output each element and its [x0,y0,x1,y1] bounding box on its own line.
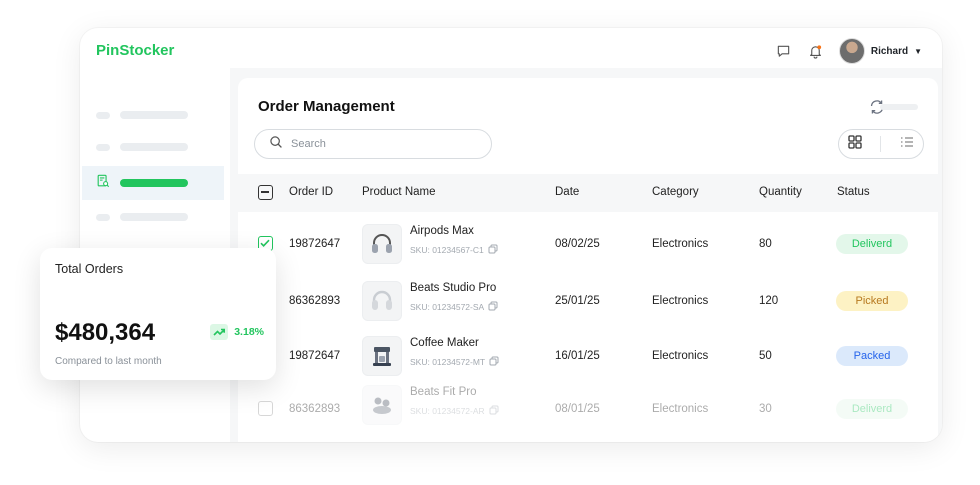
refresh-label-placeholder [880,104,918,110]
placeholder-icon [96,213,110,221]
chat-icon[interactable] [775,42,793,60]
sidebar-item-2[interactable] [82,130,224,164]
search-input[interactable] [291,138,471,150]
sidebar-item-label [120,111,188,119]
card-caption: Compared to last month [55,356,162,367]
product-sku: SKU: 01234567-C1 [410,244,498,256]
bell-icon[interactable] [807,42,825,60]
placeholder-icon [96,143,110,151]
order-quantity: 50 [759,350,772,362]
column-header[interactable]: Product Name [362,186,436,198]
view-toggle [838,129,924,159]
table-row[interactable]: 86362893 Beats Fit Pro SKU: 01234572-AR … [238,381,938,437]
product-name: Airpods Max [410,225,474,237]
column-header[interactable]: Quantity [759,186,802,198]
sku-text: SKU: 01234572-AR [410,406,485,416]
product-name: Beats Studio Pro [410,282,497,294]
column-header[interactable]: Status [837,186,870,198]
column-header[interactable]: Category [652,186,699,198]
order-id: 19872647 [289,238,341,250]
document-search-icon [96,174,110,193]
table-header: Order ID Product Name Date Category Quan… [238,174,938,212]
sku-text: SKU: 01234567-C1 [410,245,484,255]
status-badge: Packed [836,346,908,366]
column-header[interactable]: Date [555,186,579,198]
headphones-icon [362,281,402,321]
sidebar-item-label [120,213,188,221]
column-header[interactable]: Order ID [289,186,333,198]
order-category: Electronics [652,403,709,415]
order-date: 08/02/25 [555,238,600,250]
sidebar-item-1[interactable] [82,98,224,132]
main-content: Order Management Search Order ID Product… [230,68,942,442]
card-value: $480,364 [55,319,156,346]
order-id: 86362893 [289,295,341,307]
table-row[interactable]: 86362893 Beats Studio Pro SKU: 01234572-… [238,273,938,329]
orders-panel: Order Management Search Order ID Product… [238,78,938,442]
status-badge: Deliverd [836,234,908,254]
product-sku: SKU: 01234572-SA [410,301,498,313]
order-id: 86362893 [289,403,341,415]
sidebar-item-label [120,143,188,151]
order-date: 08/01/25 [555,403,600,415]
row-checkbox[interactable] [258,401,273,416]
search-box[interactable] [254,129,492,159]
avatar [838,38,865,64]
copy-icon[interactable] [489,405,499,417]
user-menu[interactable]: Richard ▼ [838,38,922,64]
product-sku: SKU: 01234572-MT [410,356,499,368]
coffee-maker-icon [362,336,402,376]
grid-view-icon[interactable] [848,134,862,154]
status-badge: Picked [836,291,908,311]
order-category: Electronics [652,295,709,307]
order-category: Electronics [652,350,709,362]
chevron-down-icon: ▼ [914,46,922,56]
product-sku: SKU: 01234572-AR [410,405,499,417]
sidebar-item-orders[interactable] [82,166,224,200]
select-all-checkbox[interactable] [258,185,273,200]
total-orders-card: Total Orders $480,364 3.18% Compared to … [40,248,276,380]
status-badge: Deliverd [836,399,908,419]
table-row[interactable]: 19872647 Coffee Maker SKU: 01234572-MT 1… [238,328,938,384]
trending-up-icon [210,324,229,340]
trend-indicator: 3.18% [210,324,264,340]
sidebar-item-label [120,179,188,187]
sku-text: SKU: 01234572-SA [410,302,485,312]
topbar: Richard ▼ [775,38,922,64]
product-name: Beats Fit Pro [410,386,477,398]
placeholder-icon [96,111,110,119]
brand-logo: PinStocker [96,42,175,59]
card-title: Total Orders [55,262,124,276]
sidebar-item-4[interactable] [82,200,224,234]
order-date: 25/01/25 [555,295,600,307]
order-category: Electronics [652,238,709,250]
sku-text: SKU: 01234572-MT [410,357,486,367]
search-icon [269,135,283,154]
copy-icon[interactable] [488,244,498,256]
page-title: Order Management [258,98,395,115]
copy-icon[interactable] [488,301,498,313]
earbuds-icon [362,385,402,425]
order-quantity: 80 [759,238,772,250]
trend-value: 3.18% [234,326,264,338]
order-quantity: 30 [759,403,772,415]
order-date: 16/01/25 [555,350,600,362]
user-name: Richard [870,45,909,57]
table-row[interactable]: 19872647 Airpods Max SKU: 01234567-C1 08… [238,216,938,272]
order-id: 19872647 [289,350,341,362]
order-quantity: 120 [759,295,779,307]
divider [880,136,882,152]
product-name: Coffee Maker [410,337,479,349]
copy-icon[interactable] [489,356,499,368]
headphones-icon [362,224,402,264]
list-view-icon[interactable] [900,135,914,154]
